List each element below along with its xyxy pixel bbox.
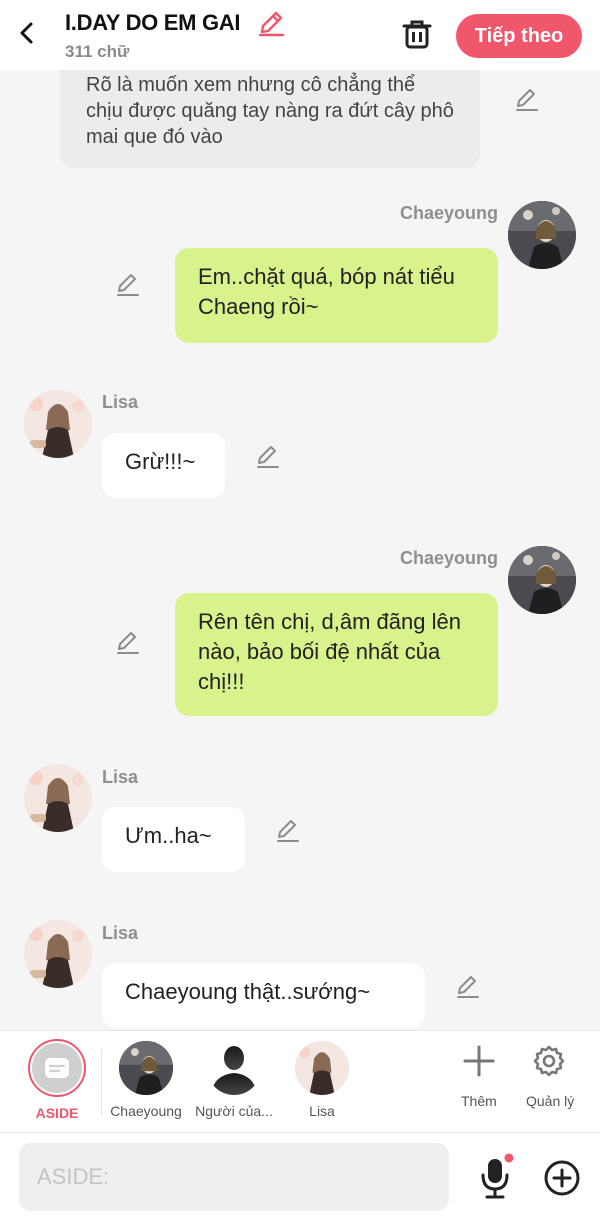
story-title[interactable]: I.DAY DO EM GAI bbox=[65, 10, 241, 36]
message-text: Em..chặt quá, bóp nát tiểu Chaeng rồi~ bbox=[198, 264, 455, 319]
edit-message-icon[interactable] bbox=[513, 86, 541, 114]
edit-title-icon[interactable] bbox=[256, 8, 286, 38]
aside-icon bbox=[45, 1058, 69, 1078]
composer bbox=[0, 1132, 600, 1221]
add-label: Thêm bbox=[461, 1093, 497, 1109]
edit-message-icon[interactable] bbox=[254, 443, 282, 471]
manage-label: Quản lý bbox=[526, 1093, 575, 1109]
message-bubble[interactable]: Chaeyoung thật..sướng~ bbox=[102, 963, 425, 1028]
message-text: Rên tên chị, d,âm đãng lên nào, bảo bối … bbox=[198, 609, 461, 694]
message-input[interactable] bbox=[19, 1143, 449, 1211]
top-bar: I.DAY DO EM GAI 311 chữ Tiếp theo bbox=[0, 0, 600, 70]
microphone-icon[interactable] bbox=[478, 1153, 514, 1201]
trash-icon[interactable] bbox=[400, 17, 434, 51]
message-text: Chaeyoung thật..sướng~ bbox=[125, 979, 371, 1004]
character-nguoi-cua[interactable]: Người của... bbox=[195, 1031, 273, 1133]
manage-characters-button[interactable]: Quản lý bbox=[520, 1031, 580, 1133]
sender-name: Chaeyoung bbox=[399, 548, 498, 568]
avatar[interactable] bbox=[24, 920, 92, 988]
sender-name: Lisa bbox=[102, 767, 139, 787]
back-arrow-icon[interactable] bbox=[14, 18, 40, 48]
divider bbox=[101, 1049, 102, 1115]
gear-icon bbox=[533, 1045, 565, 1077]
edit-message-icon[interactable] bbox=[274, 817, 302, 845]
avatar[interactable] bbox=[508, 546, 576, 614]
plus-icon bbox=[463, 1045, 495, 1077]
message-bubble[interactable]: Rên tên chị, d,âm đãng lên nào, bảo bối … bbox=[175, 593, 498, 716]
message-bubble[interactable]: Ưm..ha~ bbox=[102, 807, 245, 872]
edit-message-icon[interactable] bbox=[454, 973, 482, 1001]
next-button[interactable]: Tiếp theo bbox=[456, 14, 582, 58]
message-bubble[interactable]: Grừ!!!~ bbox=[102, 433, 225, 498]
narration-bubble[interactable]: Rõ là muốn xem nhưng cô chẳng thể chịu đ… bbox=[60, 70, 480, 168]
character-lisa[interactable]: Lisa bbox=[286, 1031, 358, 1133]
message-text: Ưm..ha~ bbox=[125, 823, 212, 848]
sender-name: Chaeyoung bbox=[399, 203, 498, 223]
edit-message-icon[interactable] bbox=[114, 271, 142, 299]
add-circle-icon[interactable] bbox=[543, 1159, 581, 1197]
character-name: Lisa bbox=[309, 1103, 335, 1119]
message-bubble[interactable]: Em..chặt quá, bóp nát tiểu Chaeng rồi~ bbox=[175, 248, 498, 343]
add-character-button[interactable]: Thêm bbox=[450, 1031, 508, 1133]
avatar[interactable] bbox=[508, 201, 576, 269]
chat-area[interactable]: Rõ là muốn xem nhưng cô chẳng thể chịu đ… bbox=[0, 70, 600, 1030]
silhouette-icon bbox=[207, 1041, 261, 1095]
avatar[interactable] bbox=[24, 390, 92, 458]
character-name: ASIDE bbox=[35, 1105, 79, 1121]
sender-name: Lisa bbox=[102, 923, 139, 943]
character-name: Chaeyoung bbox=[110, 1103, 182, 1119]
character-aside[interactable]: ASIDE bbox=[0, 1031, 114, 1133]
message-text: Rõ là muốn xem nhưng cô chẳng thể chịu đ… bbox=[86, 74, 454, 148]
word-count: 311 chữ bbox=[65, 42, 130, 61]
avatar[interactable] bbox=[24, 764, 92, 832]
character-chaeyoung[interactable]: Chaeyoung bbox=[110, 1031, 182, 1133]
message-text: Grừ!!!~ bbox=[125, 449, 196, 474]
sender-name: Lisa bbox=[102, 392, 139, 412]
aside-selector[interactable] bbox=[28, 1039, 86, 1097]
edit-message-icon[interactable] bbox=[114, 629, 142, 657]
character-name: Người của... bbox=[195, 1103, 273, 1119]
character-bar: ASIDE Chaeyoung Người của... Lisa Thêm Q… bbox=[0, 1030, 600, 1132]
avatar bbox=[295, 1041, 349, 1095]
avatar bbox=[119, 1041, 173, 1095]
